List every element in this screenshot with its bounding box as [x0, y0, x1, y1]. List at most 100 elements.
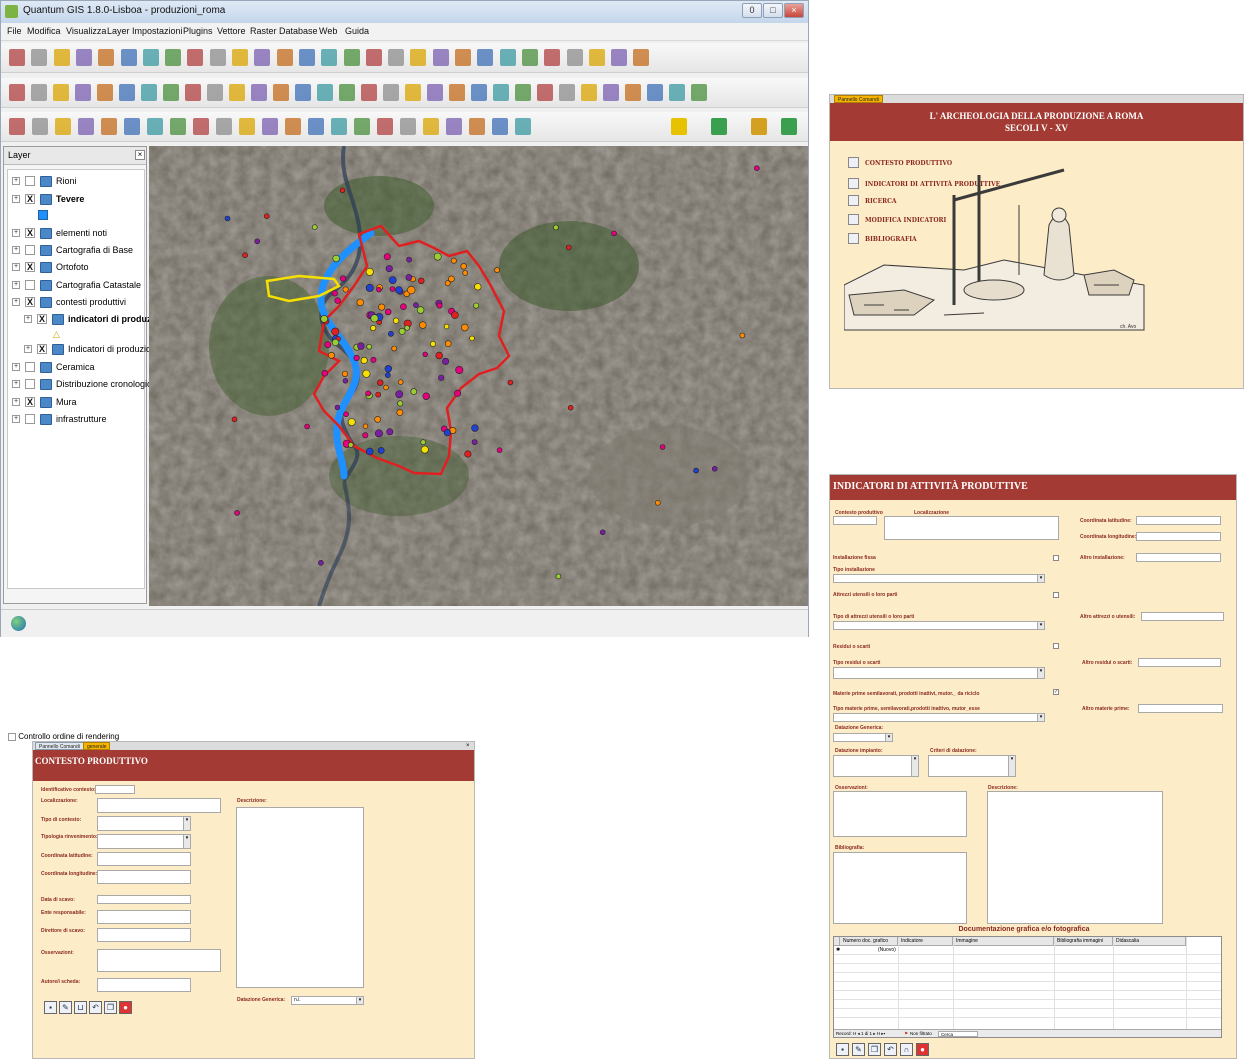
edit-tool-icon[interactable]	[423, 118, 439, 135]
indicator-point[interactable]	[433, 252, 442, 261]
lon-field[interactable]	[97, 870, 191, 884]
plugin-tool-icon[interactable]	[751, 118, 767, 135]
indicator-point[interactable]	[436, 302, 443, 309]
chevron-down-icon[interactable]: ▾	[885, 734, 892, 741]
indicator-point[interactable]	[416, 306, 425, 314]
osservazioni-field[interactable]	[833, 791, 967, 837]
file-tool-icon[interactable]	[298, 49, 315, 66]
indicator-point[interactable]	[362, 369, 371, 378]
indicator-point[interactable]	[331, 290, 338, 297]
chevron-down-icon[interactable]: ▾	[911, 756, 918, 776]
layer-visibility-checkbox[interactable]	[25, 245, 35, 255]
navigation-tool-icon[interactable]	[383, 84, 399, 101]
chevron-down-icon[interactable]: ▾	[1037, 668, 1044, 678]
edit-tool-icon[interactable]	[124, 118, 140, 135]
indicator-point[interactable]	[342, 378, 349, 384]
indicator-point[interactable]	[321, 369, 329, 377]
record-nav-text[interactable]: Record: H ◂ 1 di 1 ▸ H ▸▪	[836, 1030, 885, 1037]
indicator-point[interactable]	[494, 267, 500, 273]
grid-header-numero[interactable]: Numero doc. grafico	[840, 937, 898, 946]
indicator-point[interactable]	[341, 370, 349, 377]
navigation-tool-icon[interactable]	[31, 84, 47, 101]
layer-row[interactable]: + Distribuzione cronologica...	[8, 377, 164, 393]
layer-row[interactable]: + Cartografia di Base	[8, 243, 145, 259]
indicator-point[interactable]	[304, 423, 310, 430]
indicator-point[interactable]	[654, 499, 661, 506]
indicator-point[interactable]	[438, 374, 445, 381]
edit-tool-icon[interactable]	[239, 118, 255, 135]
undo-button[interactable]: ↶	[89, 1001, 102, 1014]
indicator-point[interactable]	[384, 308, 392, 316]
indicator-point[interactable]	[343, 411, 349, 418]
lat-field[interactable]	[97, 852, 191, 866]
indicator-point[interactable]	[471, 439, 478, 445]
indicator-point[interactable]	[567, 404, 574, 411]
indicator-point[interactable]	[398, 327, 406, 335]
edit-tool-icon[interactable]	[193, 118, 209, 135]
indicator-point[interactable]	[711, 465, 718, 472]
indicator-point[interactable]	[331, 338, 340, 347]
menu-visualizza[interactable]: Visualizza	[66, 26, 106, 36]
indicator-point[interactable]	[407, 286, 416, 295]
expand-toggle-icon[interactable]: +	[24, 315, 32, 323]
indicator-point[interactable]	[334, 404, 341, 411]
localizzazione-field[interactable]	[97, 798, 221, 813]
basket-button[interactable]: ⊔	[74, 1001, 87, 1014]
file-tool-icon[interactable]	[388, 49, 405, 66]
layer-row[interactable]: + X Ortofoto	[8, 260, 145, 276]
indicator-point[interactable]	[473, 302, 480, 309]
navigation-tool-icon[interactable]	[427, 84, 443, 101]
navigation-tool-icon[interactable]	[9, 84, 25, 101]
menu-modifica[interactable]: Modifica	[27, 26, 61, 36]
indicator-point[interactable]	[450, 257, 457, 264]
indicator-point[interactable]	[435, 351, 443, 360]
navigation-tool-icon[interactable]	[471, 84, 487, 101]
navigation-tool-icon[interactable]	[75, 84, 91, 101]
plugin-tool-icon[interactable]	[711, 118, 727, 135]
navigation-tool-icon[interactable]	[691, 84, 707, 101]
save-button[interactable]: ▪	[836, 1043, 849, 1056]
indicator-point[interactable]	[420, 439, 427, 446]
layer-visibility-checkbox[interactable]: X	[37, 314, 47, 324]
chevron-down-icon[interactable]: ▾	[356, 997, 363, 1004]
grid-header-immagine[interactable]: Immagine	[953, 937, 1054, 946]
layer-visibility-checkbox[interactable]: X	[25, 397, 35, 407]
menu-vettore[interactable]: Vettore	[217, 26, 246, 36]
indicator-point[interactable]	[348, 442, 354, 448]
identificativo-field[interactable]	[95, 785, 135, 794]
edit-tool-icon[interactable]	[55, 118, 71, 135]
indicator-point[interactable]	[464, 450, 472, 458]
tipo-materie-select[interactable]: ▾	[833, 713, 1045, 722]
indicator-point[interactable]	[389, 286, 396, 292]
file-tool-icon[interactable]	[343, 49, 360, 66]
expand-toggle-icon[interactable]: +	[12, 363, 20, 371]
criteri-select[interactable]: ▾	[928, 755, 1016, 777]
file-tool-icon[interactable]	[75, 49, 92, 66]
indicator-point[interactable]	[340, 275, 347, 282]
layer-row[interactable]: + Rioni	[8, 174, 145, 190]
indicator-point[interactable]	[405, 274, 413, 281]
indicator-point[interactable]	[231, 416, 238, 423]
file-tool-icon[interactable]	[521, 49, 538, 66]
file-tool-icon[interactable]	[365, 49, 382, 66]
edit-tool-icon[interactable]	[216, 118, 232, 135]
osservazioni-field[interactable]	[97, 949, 221, 972]
expand-toggle-icon[interactable]: +	[12, 177, 20, 185]
datazione-impianto-select[interactable]: ▾	[833, 755, 919, 777]
plugin-tool-icon[interactable]	[781, 118, 797, 135]
layer-visibility-checkbox[interactable]: X	[37, 344, 47, 354]
attrezzi-checkbox[interactable]	[1053, 592, 1059, 598]
indicator-point[interactable]	[422, 392, 430, 400]
copy-button[interactable]: ❐	[104, 1001, 117, 1014]
indicator-point[interactable]	[377, 447, 385, 454]
expand-toggle-icon[interactable]: +	[12, 246, 20, 254]
indicator-point[interactable]	[357, 342, 365, 350]
indicator-point[interactable]	[331, 327, 340, 336]
expand-toggle-icon[interactable]: +	[12, 415, 20, 423]
navigation-tool-icon[interactable]	[581, 84, 597, 101]
navigation-tool-icon[interactable]	[141, 84, 157, 101]
indicator-point[interactable]	[419, 321, 427, 329]
datazione-generica-select[interactable]: ▾	[833, 733, 893, 742]
grid-header-indicatore[interactable]: Indicatore	[898, 937, 953, 946]
edit-tool-icon[interactable]	[101, 118, 117, 135]
